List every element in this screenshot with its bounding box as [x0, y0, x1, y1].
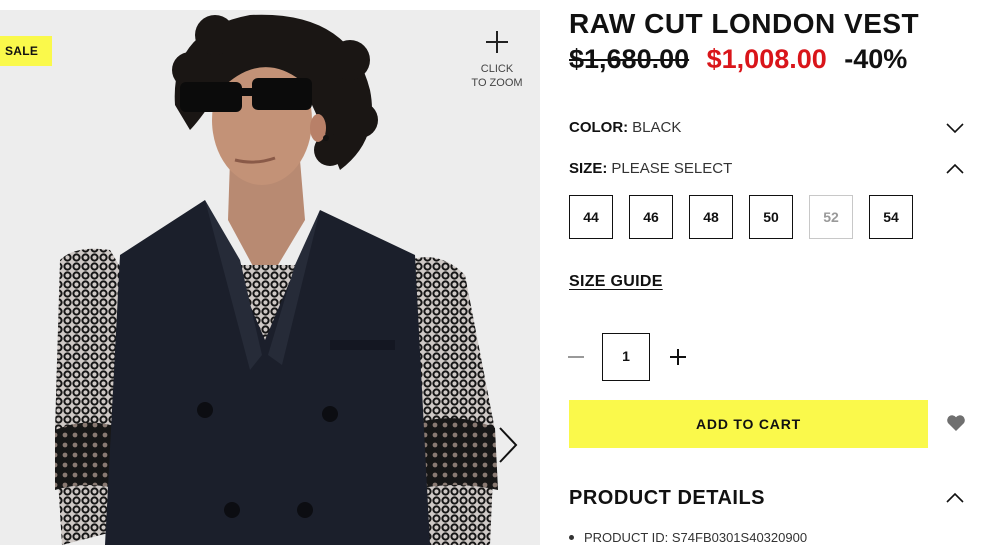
heart-icon[interactable]	[946, 414, 966, 432]
color-selector[interactable]: COLOR: BLACK	[569, 116, 965, 140]
discount-percent: -40%	[844, 44, 908, 74]
product-id-text: PRODUCT ID: S74FB0301S40320900	[584, 530, 808, 545]
add-to-cart-button[interactable]: ADD TO CART	[569, 400, 928, 448]
minus-icon[interactable]	[566, 344, 586, 370]
original-price: $1,680.00	[569, 44, 690, 74]
product-image-gallery[interactable]: SALE CLICK TO ZOOM	[0, 10, 540, 545]
sale-price: $1,008.00	[706, 44, 827, 74]
size-option-46[interactable]: 46	[629, 195, 673, 239]
product-photo[interactable]	[0, 10, 540, 545]
click-to-zoom-button[interactable]: CLICK TO ZOOM	[462, 28, 532, 90]
size-selector[interactable]: SIZE: PLEASE SELECT	[569, 157, 965, 181]
chevron-up-icon[interactable]	[945, 162, 965, 176]
product-details-heading: PRODUCT DETAILS	[569, 487, 766, 509]
chevron-down-icon[interactable]	[945, 121, 965, 135]
bullet-icon	[569, 535, 574, 541]
chevron-up-icon[interactable]	[945, 491, 965, 505]
size-option-52[interactable]: 52	[809, 195, 853, 239]
chevron-right-icon[interactable]	[492, 420, 522, 470]
plus-icon[interactable]	[666, 344, 690, 370]
product-id-item: PRODUCT ID: S74FB0301S40320900	[569, 530, 807, 545]
zoom-label-line2: TO ZOOM	[471, 77, 523, 89]
product-details-toggle[interactable]: PRODUCT DETAILS	[569, 485, 965, 511]
size-option-48[interactable]: 48	[689, 195, 733, 239]
zoom-label-line1: CLICK	[480, 63, 514, 75]
quantity-field[interactable]: 1	[602, 333, 650, 381]
sale-badge: SALE	[0, 36, 52, 66]
size-label: SIZE:	[569, 160, 608, 177]
size-option-54[interactable]: 54	[869, 195, 913, 239]
product-title: RAW CUT LONDON VEST	[569, 8, 920, 39]
size-guide-link[interactable]: SIZE GUIDE	[569, 273, 663, 291]
color-value: BLACK	[632, 119, 682, 136]
price-row: $1,680.00 $1,008.00 -40%	[569, 44, 907, 75]
size-value: PLEASE SELECT	[611, 160, 733, 177]
plus-icon	[486, 31, 508, 53]
color-label: COLOR:	[569, 119, 629, 136]
size-option-44[interactable]: 44	[569, 195, 613, 239]
size-option-50[interactable]: 50	[749, 195, 793, 239]
